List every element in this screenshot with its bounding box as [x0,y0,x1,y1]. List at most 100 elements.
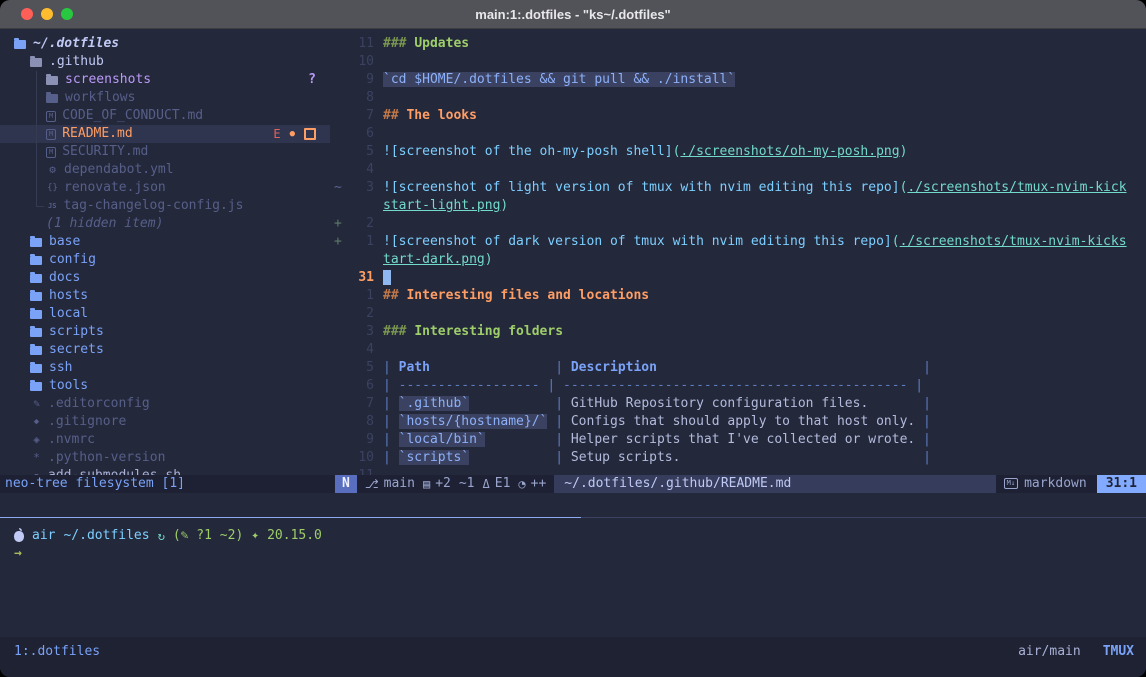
git-status: (✎ ?1 ~2) [173,527,243,545]
tmux-window-tab[interactable]: 1:.dotfiles [14,643,100,661]
line-number: 7 [348,107,374,125]
error-mark: E [273,125,280,143]
text-segment: `local/bin` [399,432,485,447]
line-text: | ------------------ | -----------------… [383,377,923,395]
tree-item-SECURITY.md[interactable]: MSECURITY.md [0,143,330,161]
tree-item-local[interactable]: local [0,305,330,323]
tree-item-config[interactable]: config [0,251,330,269]
text-segment [469,450,547,465]
text-segment: | [547,432,570,447]
editor-cursor-line[interactable]: 31 [330,269,1146,287]
tree-item-label: tag-changelog-config.js [63,197,243,215]
editor-line[interactable]: tart-dark.png) [330,251,1146,269]
editor-line[interactable]: 11### Updates [330,35,1146,53]
sign-column [330,161,348,179]
editor-line[interactable]: +1![screenshot of dark version of tmux w… [330,233,1146,251]
folder-icon [46,94,58,103]
tree-item-label: README.md [62,125,132,143]
close-button[interactable] [21,8,33,20]
text-segment: Updates [414,36,469,51]
editor-line[interactable]: 8| `hosts/{hostname}/` | Configs that sh… [330,413,1146,431]
line-number: 3 [348,179,374,197]
tree-item-renovate.json[interactable]: {}renovate.json [0,179,330,197]
tree-item-.gitignore[interactable]: ◆.gitignore [0,413,330,431]
neo-tree-panel[interactable]: ~/.dotfiles.githubscreenshots?workflowsM… [0,29,330,475]
editor-line[interactable]: 2 [330,305,1146,323]
apple-icon [14,531,24,542]
text-segment: | [547,378,563,393]
tree-item-tools[interactable]: tools [0,377,330,395]
branch-name: main [384,476,415,491]
editor-line[interactable]: 7## The looks [330,107,1146,125]
tree-item-secrets[interactable]: secrets [0,341,330,359]
editor-line[interactable]: 7| `.github` | GitHub Repository configu… [330,395,1146,413]
editor-line[interactable]: 1## Interesting files and locations [330,287,1146,305]
line-text [383,269,391,287]
tree-item-ssh[interactable]: ssh [0,359,330,377]
editor-line[interactable]: +2 [330,215,1146,233]
tree-item-dependabot.yml[interactable]: ⚙dependabot.yml [0,161,330,179]
tree-item-CODE_OF_CONDUCT.md[interactable]: MCODE_OF_CONDUCT.md [0,107,330,125]
line-number: 2 [348,305,374,323]
tmux-session-name: air/main [1018,643,1081,661]
zoom-button[interactable] [61,8,73,20]
sign-column [330,197,348,215]
tree-item-docs[interactable]: docs [0,269,330,287]
editor-line[interactable]: 6 [330,125,1146,143]
editor-line[interactable]: 10| `scripts` | Setup scripts. | [330,449,1146,467]
prompt-host: air [32,527,55,545]
shell-pane[interactable]: air ~/.dotfiles ↻ (✎ ?1 ~2) ✦ 20.15.0 → [0,519,1146,637]
text-segment: Interesting folders [414,324,563,339]
text-segment: ![screenshot of the oh-my-posh shell] [383,144,673,159]
minimize-button[interactable] [41,8,53,20]
editor-line[interactable]: 5| Path | Description | [330,359,1146,377]
editor-line[interactable]: 10 [330,53,1146,71]
tree-item-.dotfiles[interactable]: ~/.dotfiles [0,35,330,53]
tree-item-README.md[interactable]: MREADME.mdE● [0,125,330,143]
editor-line[interactable]: 9`cd $HOME/.dotfiles && git pull && ./in… [330,71,1146,89]
markdown-file-icon: M [46,129,56,140]
text-segment: | [383,432,399,447]
text-segment: ------------------ [399,378,540,393]
sign-column [330,449,348,467]
editor-line[interactable]: 11 [330,467,1146,475]
editor-line[interactable]: 4 [330,161,1146,179]
line-number: 10 [348,449,374,467]
line-number [348,197,374,215]
editor-line[interactable]: 9| `local/bin` | Helper scripts that I'v… [330,431,1146,449]
tree-item-.editorconfig[interactable]: ✎.editorconfig [0,395,330,413]
tree-item-.nvmrc[interactable]: ◈.nvmrc [0,431,330,449]
flask-icon: Δ [483,477,490,491]
tree-item-.python-version[interactable]: *.python-version [0,449,330,467]
tree-item-hosts[interactable]: hosts [0,287,330,305]
editor-line[interactable]: start-light.png) [330,197,1146,215]
pane-divider-inactive [581,517,1146,518]
editor-line[interactable]: 8 [330,89,1146,107]
tree-item-1hiddenitem[interactable]: (1 hidden item) [0,215,330,233]
tree-item-label: .editorconfig [48,395,150,413]
text-segment: Interesting files and locations [406,288,649,303]
sign-column [330,269,348,287]
git-branch-icon: ⎇ [365,477,379,491]
text-segment: | [383,396,399,411]
prompt-input-line[interactable]: → [14,545,1146,563]
editor-line[interactable]: ~3![screenshot of light version of tmux … [330,179,1146,197]
editor-line[interactable]: 3### Interesting folders [330,323,1146,341]
tree-item-add-submodules.sh[interactable]: ▪add-submodules.sh [0,467,330,475]
line-number: 10 [348,53,374,71]
editor-line[interactable]: 4 [330,341,1146,359]
tree-item-marks: ? [308,71,330,89]
editor-pane[interactable]: 11### Updates109`cd $HOME/.dotfiles && g… [330,29,1146,475]
tree-item-base[interactable]: base [0,233,330,251]
editor-line[interactable]: 5![screenshot of the oh-my-posh shell](.… [330,143,1146,161]
tree-item-.github[interactable]: .github [0,53,330,71]
sign-column [330,431,348,449]
shell-script-icon: ▪ [30,467,43,475]
tree-item-scripts[interactable]: scripts [0,323,330,341]
folder-icon [30,274,42,283]
tree-item-label: secrets [49,341,104,359]
editor-line[interactable]: 6| ------------------ | ----------------… [330,377,1146,395]
tree-item-tag-changelog-config.js[interactable]: JStag-changelog-config.js [0,197,330,215]
tree-item-workflows[interactable]: workflows [0,89,330,107]
tree-item-screenshots[interactable]: screenshots? [0,71,330,89]
